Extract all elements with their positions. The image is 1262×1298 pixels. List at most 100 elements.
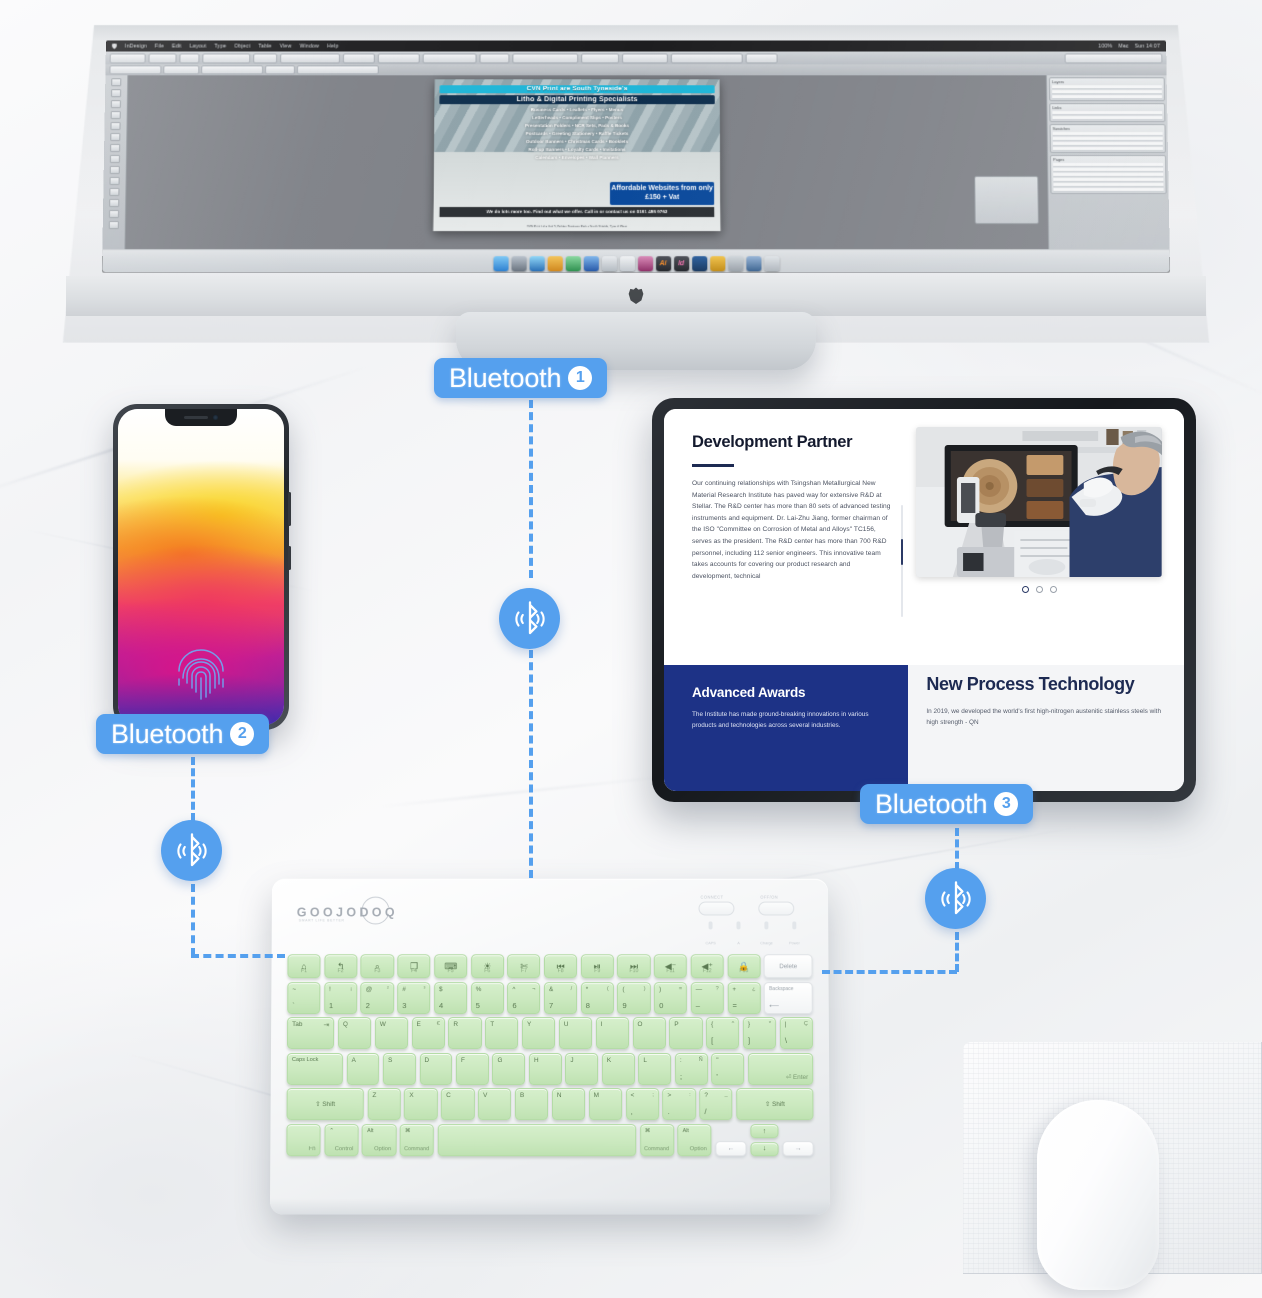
key-c[interactable]: C <box>441 1088 475 1121</box>
tools-panel[interactable] <box>102 75 129 251</box>
key-control[interactable]: ⌃ Control <box>324 1124 359 1157</box>
key-row-shift[interactable]: ⇧ Shift Z X C V B N M <,; >.: ? / _ ⇧ Shif… <box>286 1088 814 1121</box>
key-keyboard[interactable]: ⌨ F5 <box>434 954 468 979</box>
control-chip[interactable] <box>163 65 200 75</box>
key-y[interactable]: Y <box>522 1017 556 1050</box>
panel[interactable]: Swatches <box>1049 124 1166 154</box>
key-command-left[interactable]: ⌘ Command <box>399 1124 435 1157</box>
key-volume-down[interactable]: ◀⁻ F11 <box>653 954 688 979</box>
toolbar-control[interactable] <box>253 52 278 63</box>
key-tilde[interactable]: ~ ` <box>287 981 321 1014</box>
key-u[interactable]: U <box>558 1017 593 1050</box>
tool-button[interactable] <box>108 221 119 230</box>
key-1[interactable]: ! 1 ¡ <box>323 981 358 1014</box>
scrollbar-thumb[interactable] <box>900 539 903 565</box>
menu-item[interactable]: Window <box>300 43 320 49</box>
control-chip[interactable] <box>109 65 162 75</box>
key-i[interactable]: I <box>595 1017 629 1050</box>
key-w[interactable]: W <box>374 1017 409 1050</box>
tool-button[interactable] <box>109 165 120 174</box>
fingerprint-icon[interactable] <box>175 645 227 703</box>
key-previous-track[interactable]: ⏮ F8 <box>544 954 578 979</box>
key-home[interactable]: ⌂ F1 <box>287 954 321 979</box>
key-6[interactable]: ^ 6 ¬ <box>507 981 541 1014</box>
app-toolbar[interactable] <box>105 51 1167 66</box>
key-3[interactable]: #3 ³ <box>397 981 431 1014</box>
toolbar-control[interactable] <box>1064 52 1163 63</box>
key-document[interactable]: ❒ F4 <box>397 954 431 979</box>
dock-icon[interactable] <box>709 256 725 272</box>
key-comma[interactable]: <,; <box>625 1088 659 1121</box>
keyboard-controls[interactable]: CONNECT OFF/ON CAPS A Charge Power <box>698 895 806 947</box>
toolbar-control[interactable] <box>109 52 146 63</box>
key-arrow-up[interactable]: ↑ <box>749 1124 779 1139</box>
key-row-function[interactable]: ⌂ F1 ↰ F2 ⌕ F3 ❒ F4 ⌨ F5 ☀ F6 ✄ F7 ⏮ F8 ⏯ F9 ⏭ F10… <box>287 954 813 979</box>
key-8[interactable]: * 8( <box>580 981 614 1014</box>
key-row-qwerty[interactable]: Tab ⇥ Q W E € R T Y U I O P {[^ }] * | \ Ç <box>286 1017 814 1050</box>
document-canvas[interactable]: CVN Print are South Tyneside's Litho & D… <box>102 75 1170 251</box>
toolbar-control[interactable] <box>202 52 251 63</box>
tablet-screen[interactable]: Development Partner Our continuing relat… <box>664 409 1184 791</box>
key-minus[interactable]: — –? <box>690 981 724 1014</box>
control-chip[interactable] <box>296 65 379 75</box>
tool-button[interactable] <box>108 210 120 219</box>
key-p[interactable]: P <box>669 1017 703 1050</box>
panel[interactable]: Links <box>1049 103 1166 123</box>
key-arrow-down[interactable]: ↓ <box>750 1141 780 1157</box>
toolbar-control[interactable] <box>622 52 668 63</box>
key-brightness[interactable]: ☀ F6 <box>470 954 504 979</box>
key-bracket-right[interactable]: }] * <box>742 1017 777 1050</box>
key-arrow-right[interactable]: → <box>782 1140 814 1157</box>
key-a[interactable]: A <box>346 1052 380 1085</box>
connect-switch[interactable] <box>698 901 735 916</box>
key-semicolon[interactable]: :; Ñ <box>674 1052 708 1085</box>
bt-node-2[interactable] <box>161 820 222 881</box>
app-menubar[interactable]: InDesign File Edit Layout Type Object Ta… <box>105 40 1167 52</box>
key-b[interactable]: B <box>514 1088 549 1121</box>
tool-button[interactable] <box>111 78 122 87</box>
key-z[interactable]: Z <box>367 1088 401 1121</box>
toolbar-control[interactable] <box>581 52 620 63</box>
menu-item[interactable]: InDesign <box>125 43 147 49</box>
key-s[interactable]: S <box>382 1052 416 1085</box>
dock-icon[interactable] <box>601 256 617 272</box>
tool-button[interactable] <box>110 133 121 142</box>
key-0[interactable]: ) 0 = <box>654 981 688 1014</box>
document-page[interactable]: CVN Print are South Tyneside's Litho & D… <box>433 79 721 232</box>
key-row-numbers[interactable]: ~ ` ! 1 ¡ @2 ² #3 ³ $4 % 5 ^ 6 ¬ & 7/ * 8( (9) ) 0 =… <box>287 981 813 1014</box>
toolbar-control[interactable] <box>479 52 510 63</box>
tool-button[interactable] <box>109 187 120 196</box>
key-next-track[interactable]: ⏭ F10 <box>617 954 651 979</box>
toolbar-control[interactable] <box>148 52 177 63</box>
toolbar-control[interactable] <box>342 52 375 63</box>
key-option-left[interactable]: Alt Option <box>361 1124 397 1157</box>
key-r[interactable]: R <box>448 1017 482 1050</box>
menu-item[interactable]: Table <box>258 43 271 49</box>
app-control-strip[interactable] <box>105 64 1167 76</box>
key-l[interactable]: L <box>638 1052 672 1085</box>
tool-button[interactable] <box>109 176 120 185</box>
key-search[interactable]: ⌕ F3 <box>360 954 394 979</box>
carousel-dot[interactable] <box>1049 586 1057 593</box>
arrow-keys-stack[interactable]: ↑ ↓ <box>749 1124 780 1157</box>
page-scrollbar[interactable] <box>900 505 903 617</box>
power-switch[interactable] <box>758 901 795 916</box>
tool-button[interactable] <box>110 111 121 120</box>
phone-screen[interactable] <box>118 409 284 725</box>
menu-item[interactable]: Edit <box>172 43 182 49</box>
dock-icon-indesign[interactable]: Id <box>673 256 689 272</box>
key-lock[interactable]: 🔒 F13 <box>727 954 761 979</box>
key-4[interactable]: $4 <box>433 981 468 1014</box>
key-backslash[interactable]: | \ Ç <box>779 1017 814 1050</box>
key-j[interactable]: J <box>565 1052 599 1085</box>
key-shift-right[interactable]: ⇧ Shift <box>736 1088 814 1121</box>
key-period[interactable]: >.: <box>662 1088 696 1121</box>
dock-icon[interactable] <box>727 256 743 272</box>
tool-button[interactable] <box>111 89 122 98</box>
tool-button[interactable] <box>110 100 121 109</box>
dock-icon-finder[interactable] <box>492 256 509 272</box>
key-slash[interactable]: ? / _ <box>699 1088 733 1121</box>
key-d[interactable]: D <box>419 1052 453 1085</box>
phone-volume-button[interactable] <box>288 492 291 526</box>
control-chip[interactable] <box>264 65 296 75</box>
